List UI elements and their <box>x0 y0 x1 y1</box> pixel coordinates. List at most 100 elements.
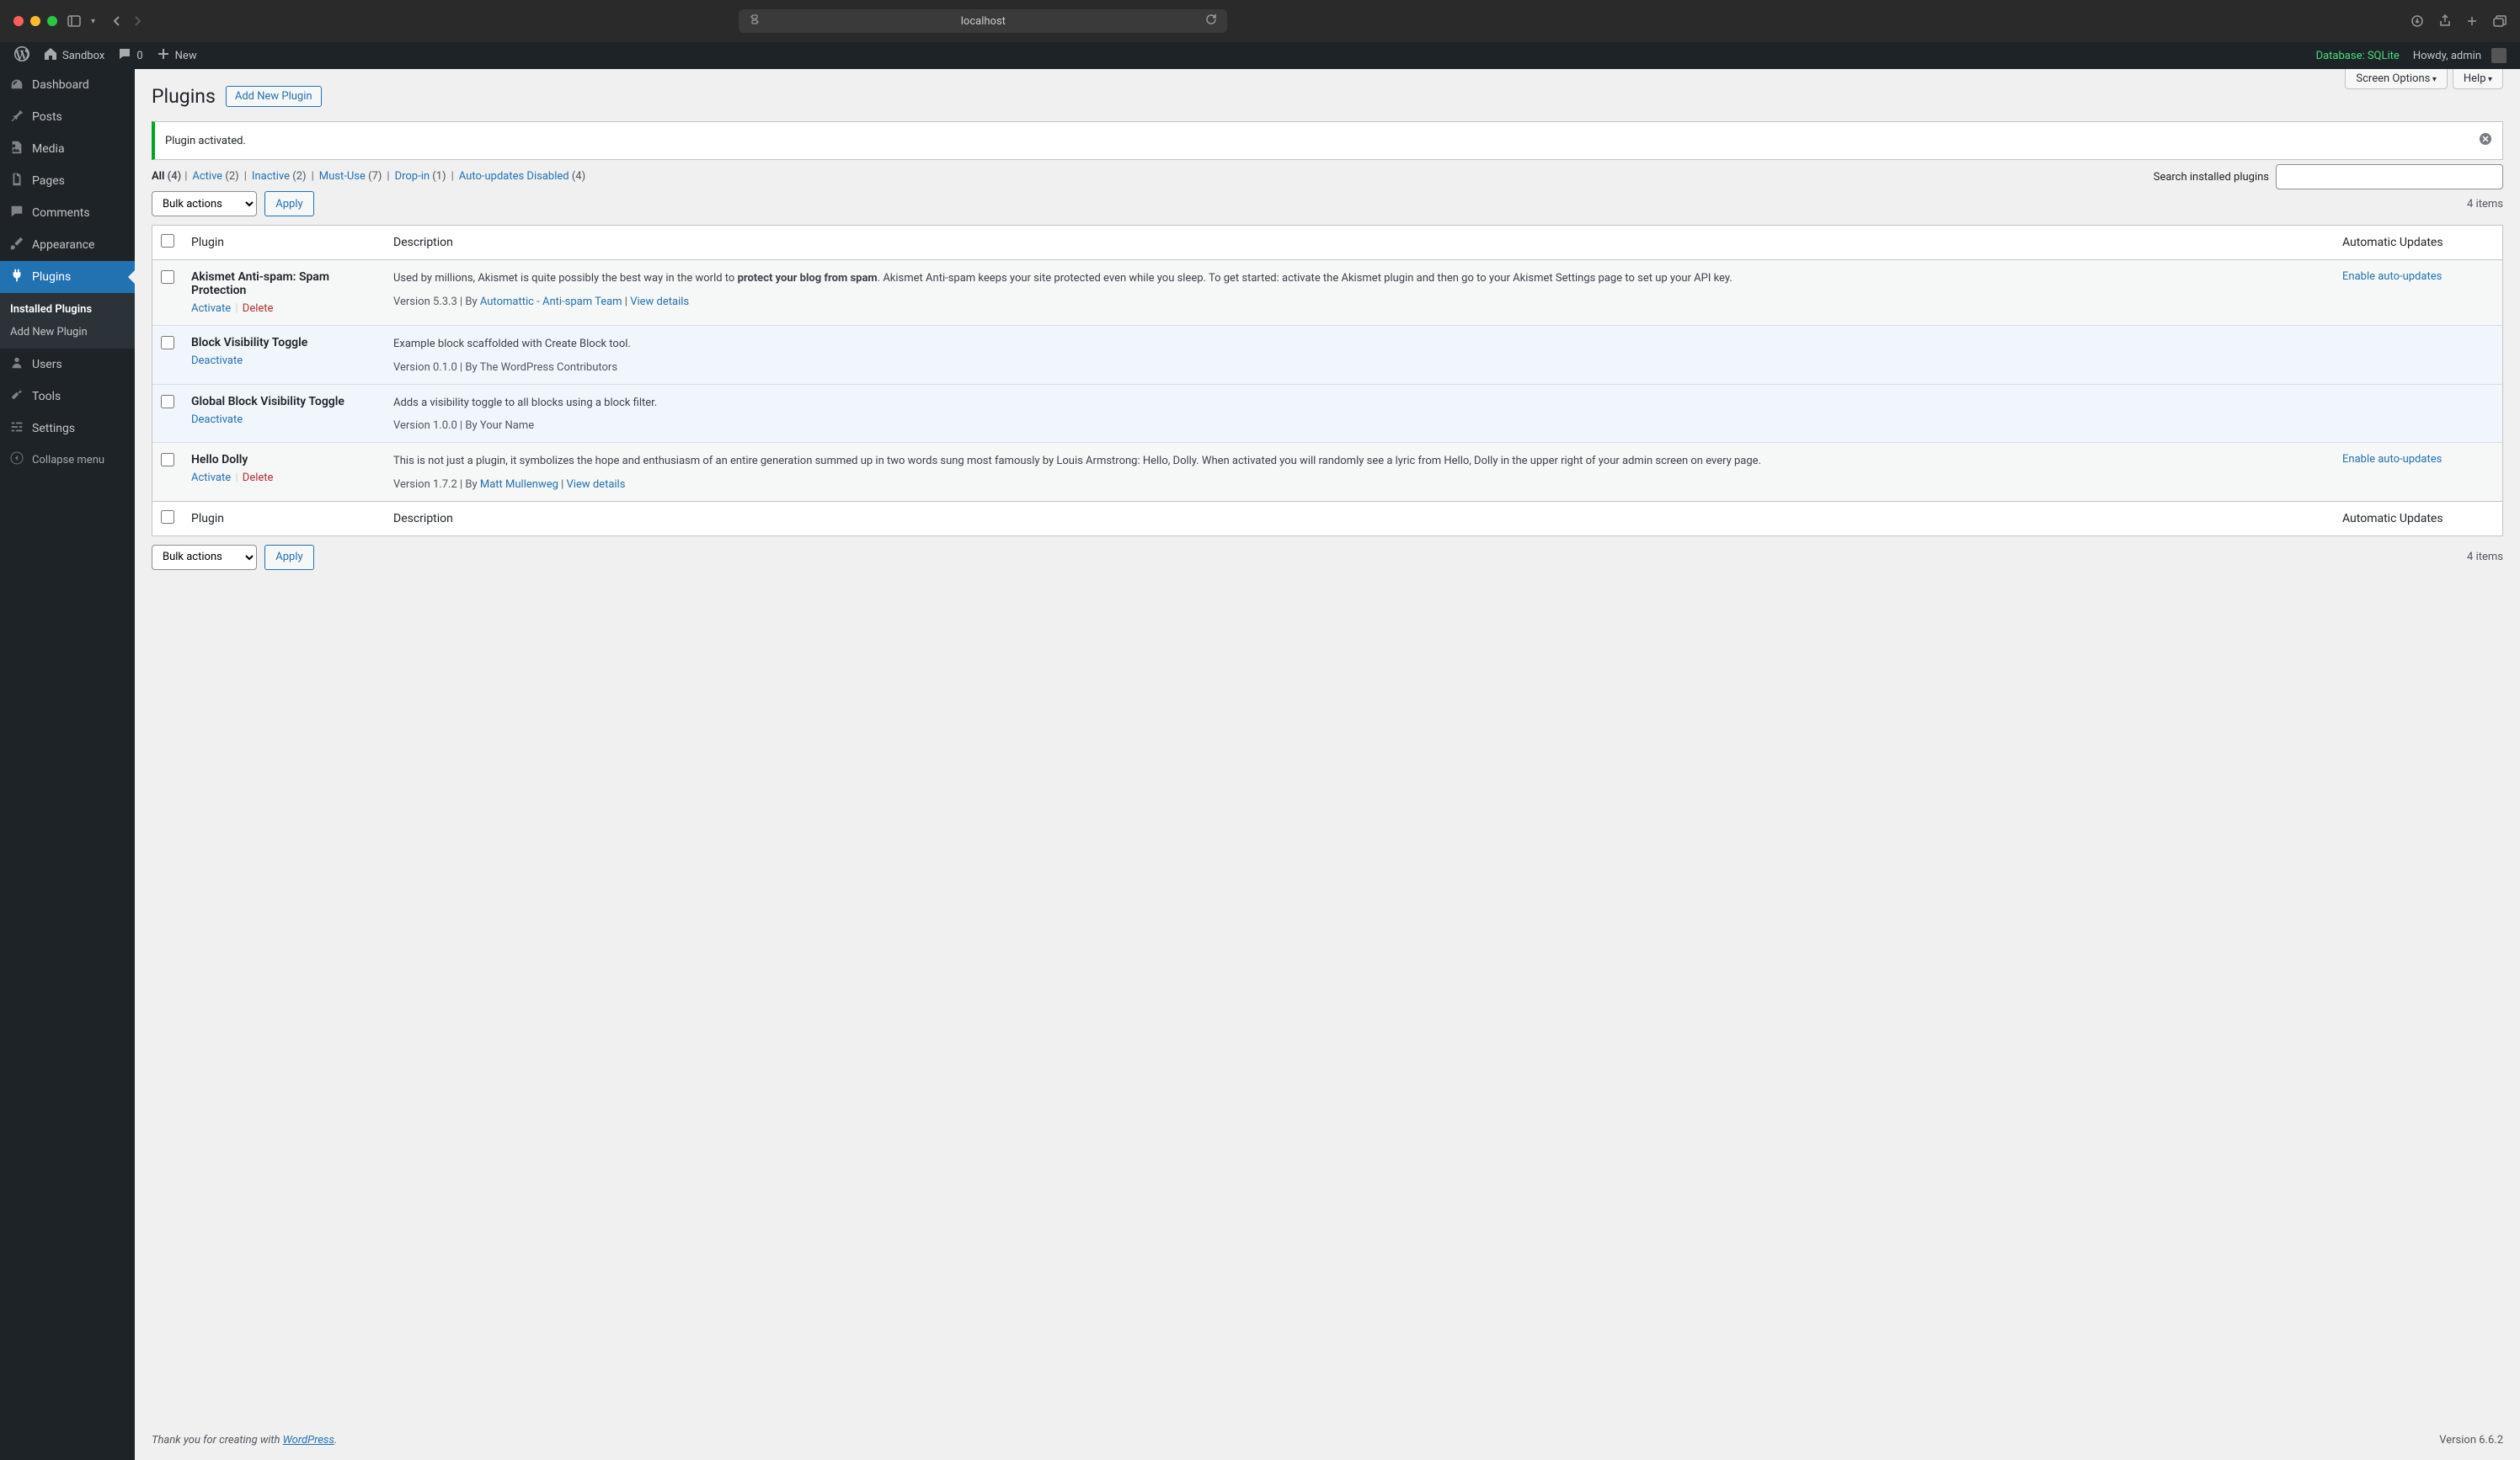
bulk-select-bottom[interactable]: Bulk actions <box>152 545 257 570</box>
plugin-name: Akismet Anti-spam: Spam Protection <box>191 270 376 297</box>
dismiss-notice-icon[interactable] <box>2479 132 2492 149</box>
pin-icon <box>8 108 25 126</box>
enable-auto-link[interactable]: Enable auto-updates <box>2342 453 2442 466</box>
view-details-link[interactable]: View details <box>567 478 626 491</box>
apply-btn-top[interactable]: Apply <box>264 191 313 216</box>
menu-dashboard[interactable]: Dashboard <box>0 69 135 101</box>
wp-logo[interactable] <box>7 42 37 69</box>
check-hello[interactable] <box>161 453 174 466</box>
chevron-down-icon[interactable]: ▾ <box>91 17 95 26</box>
my-account[interactable]: Howdy, admin <box>2406 42 2513 69</box>
new-text: New <box>175 50 197 62</box>
dashboard-icon <box>8 76 25 94</box>
items-count-bottom: 4 items <box>2467 551 2503 563</box>
new-tab-icon[interactable] <box>2466 14 2478 28</box>
author-link[interactable]: Automattic - Anti-spam Team <box>480 296 622 308</box>
plugin-icon <box>8 268 25 286</box>
help-btn[interactable]: Help <box>2453 69 2503 89</box>
menu-settings[interactable]: Settings <box>0 413 135 445</box>
submenu-installed[interactable]: Installed Plugins <box>0 298 135 321</box>
content-area: Screen Options Help Plugins Add New Plug… <box>135 69 2520 1460</box>
deactivate-link[interactable]: Deactivate <box>191 413 243 426</box>
forward-icon[interactable] <box>134 15 142 27</box>
plugin-name: Global Block Visibility Toggle <box>191 395 376 408</box>
comments-icon <box>8 204 25 222</box>
wp-footer: Thank you for creating with WordPress. V… <box>135 1420 2520 1460</box>
filter-inactive[interactable]: Inactive (2) <box>252 170 307 183</box>
select-all-top[interactable] <box>161 234 174 248</box>
collapse-menu[interactable]: Collapse menu <box>0 445 135 475</box>
comments-count: 0 <box>136 50 142 62</box>
screen-meta: Screen Options Help <box>2345 69 2503 89</box>
menu-tools[interactable]: Tools <box>0 381 135 413</box>
check-bvt[interactable] <box>161 336 174 349</box>
comment-icon <box>118 47 131 64</box>
notice-text: Plugin activated. <box>165 135 246 147</box>
close-window[interactable] <box>13 16 24 26</box>
plugin-row-hello: Hello Dolly Activate | Delete This is no… <box>152 443 2502 501</box>
plugin-meta: Version 5.3.3 | By Automattic - Anti-spa… <box>393 296 2325 308</box>
menu-users[interactable]: Users <box>0 349 135 381</box>
menu-pages[interactable]: Pages <box>0 165 135 197</box>
search-input[interactable] <box>2276 164 2503 189</box>
tabs-icon[interactable] <box>2493 14 2507 28</box>
filter-dropin[interactable]: Drop-in (1) <box>395 170 446 183</box>
plugins-submenu: Installed Plugins Add New Plugin <box>0 293 135 349</box>
activate-link[interactable]: Activate <box>191 472 231 484</box>
author-link[interactable]: Matt Mullenweg <box>480 478 558 491</box>
menu-appearance[interactable]: Appearance <box>0 229 135 261</box>
downloads-icon[interactable] <box>2411 14 2424 28</box>
add-new-plugin-btn[interactable]: Add New Plugin <box>226 86 322 107</box>
footer-thanks: Thank you for creating with WordPress. <box>152 1434 337 1447</box>
col-plugin-foot: Plugin <box>183 501 385 536</box>
plugins-table: Plugin Description Automatic Updates Aki… <box>152 225 2503 536</box>
bulk-select-top[interactable]: Bulk actions <box>152 191 257 216</box>
menu-media[interactable]: Media <box>0 133 135 165</box>
plugin-filters: All (4) | Active (2) | Inactive (2) | Mu… <box>152 170 2503 183</box>
activate-link[interactable]: Activate <box>191 302 231 315</box>
apply-btn-bottom[interactable]: Apply <box>264 545 313 570</box>
filter-mustuse[interactable]: Must-Use (7) <box>319 170 382 183</box>
select-all-bottom[interactable] <box>161 510 174 524</box>
filter-active[interactable]: Active (2) <box>192 170 238 183</box>
media-icon <box>8 140 25 158</box>
page-heading: Plugins Add New Plugin <box>152 77 2503 111</box>
menu-comments[interactable]: Comments <box>0 197 135 229</box>
comments-bubble[interactable]: 0 <box>111 42 149 69</box>
bulk-actions-bottom: Bulk actions Apply <box>152 545 314 570</box>
enable-auto-link[interactable]: Enable auto-updates <box>2342 270 2442 283</box>
check-akismet[interactable] <box>161 270 174 284</box>
maximize-window[interactable] <box>47 16 57 26</box>
traffic-lights <box>13 16 57 26</box>
pages-icon <box>8 172 25 190</box>
menu-posts[interactable]: Posts <box>0 101 135 133</box>
reload-icon[interactable] <box>1205 13 1217 29</box>
minimize-window[interactable] <box>30 16 40 26</box>
site-name[interactable]: Sandbox <box>37 42 111 69</box>
search-label: Search installed plugins <box>2154 171 2269 184</box>
plugin-row-gbvt: Global Block Visibility Toggle Deactivat… <box>152 385 2502 444</box>
plugin-meta: Version 1.7.2 | By Matt Mullenweg | View… <box>393 478 2325 491</box>
view-details-link[interactable]: View details <box>630 296 689 308</box>
menu-plugins[interactable]: Plugins <box>0 261 135 293</box>
delete-link[interactable]: Delete <box>243 302 274 315</box>
plugin-desc: Example block scaffolded with Create Blo… <box>393 336 2325 353</box>
database-info[interactable]: Database: SQLite <box>2309 42 2406 69</box>
url-bar[interactable]: localhost <box>739 9 1227 33</box>
new-content[interactable]: New <box>150 42 204 69</box>
submenu-addnew[interactable]: Add New Plugin <box>0 321 135 344</box>
plugin-desc: This is not just a plugin, it symbolizes… <box>393 453 2325 470</box>
delete-link[interactable]: Delete <box>243 472 274 484</box>
search-box: Search installed plugins <box>2154 164 2503 189</box>
wp-link[interactable]: WordPress <box>283 1434 334 1447</box>
filter-all[interactable]: All (4) <box>152 170 181 183</box>
back-icon[interactable] <box>112 15 120 27</box>
filter-auto[interactable]: Auto-updates Disabled (4) <box>459 170 585 183</box>
plugin-desc: Used by millions, Akismet is quite possi… <box>393 270 2325 287</box>
sidebar-toggle-icon[interactable] <box>67 15 81 27</box>
share-icon[interactable] <box>2439 14 2451 28</box>
deactivate-link[interactable]: Deactivate <box>191 354 243 367</box>
screen-options-btn[interactable]: Screen Options <box>2345 69 2447 89</box>
check-gbvt[interactable] <box>161 395 174 408</box>
site-settings-icon[interactable] <box>749 13 761 29</box>
